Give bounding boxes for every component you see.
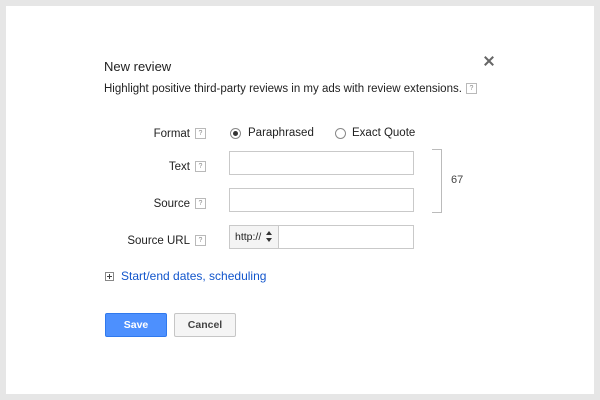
text-label: Text [168,161,190,173]
radio-paraphrased-label[interactable]: Paraphrased [248,127,314,139]
source-url-label: Source URL [127,235,190,247]
source-help-icon[interactable]: ? [195,198,206,210]
save-button[interactable]: Save [105,313,167,337]
format-label: Format [153,128,190,140]
close-icon[interactable] [482,54,496,68]
radio-exact-quote[interactable] [335,128,346,139]
new-review-dialog: New review Highlight positive third-part… [6,6,594,394]
format-label-row: Format? [86,128,206,140]
source-url-input[interactable] [278,225,414,249]
source-input[interactable] [229,188,414,212]
source-url-help-icon[interactable]: ? [195,235,206,247]
dialog-description: Highlight positive third-party reviews i… [104,83,477,95]
protocol-select[interactable]: http:// [229,225,279,249]
scheduling-link[interactable]: Start/end dates, scheduling [121,269,266,283]
text-help-icon[interactable]: ? [195,161,206,173]
description-text: Highlight positive third-party reviews i… [104,83,462,95]
radio-paraphrased[interactable] [230,128,241,139]
format-help-icon[interactable]: ? [195,128,206,140]
source-label-row: Source? [86,198,206,210]
text-input[interactable] [229,151,414,175]
dialog-title: New review [104,59,172,74]
cancel-button[interactable]: Cancel [174,313,236,337]
protocol-value: http:// [235,231,262,243]
text-label-row: Text? [86,161,206,173]
expand-plus-icon[interactable] [105,272,114,281]
help-icon[interactable]: ? [465,83,477,95]
character-counter: 67 [451,174,464,186]
up-down-arrows-icon [266,231,273,243]
radio-exact-quote-label[interactable]: Exact Quote [352,127,415,139]
source-url-label-row: Source URL? [86,235,206,247]
source-label: Source [153,198,190,210]
character-count-bracket [432,149,442,213]
